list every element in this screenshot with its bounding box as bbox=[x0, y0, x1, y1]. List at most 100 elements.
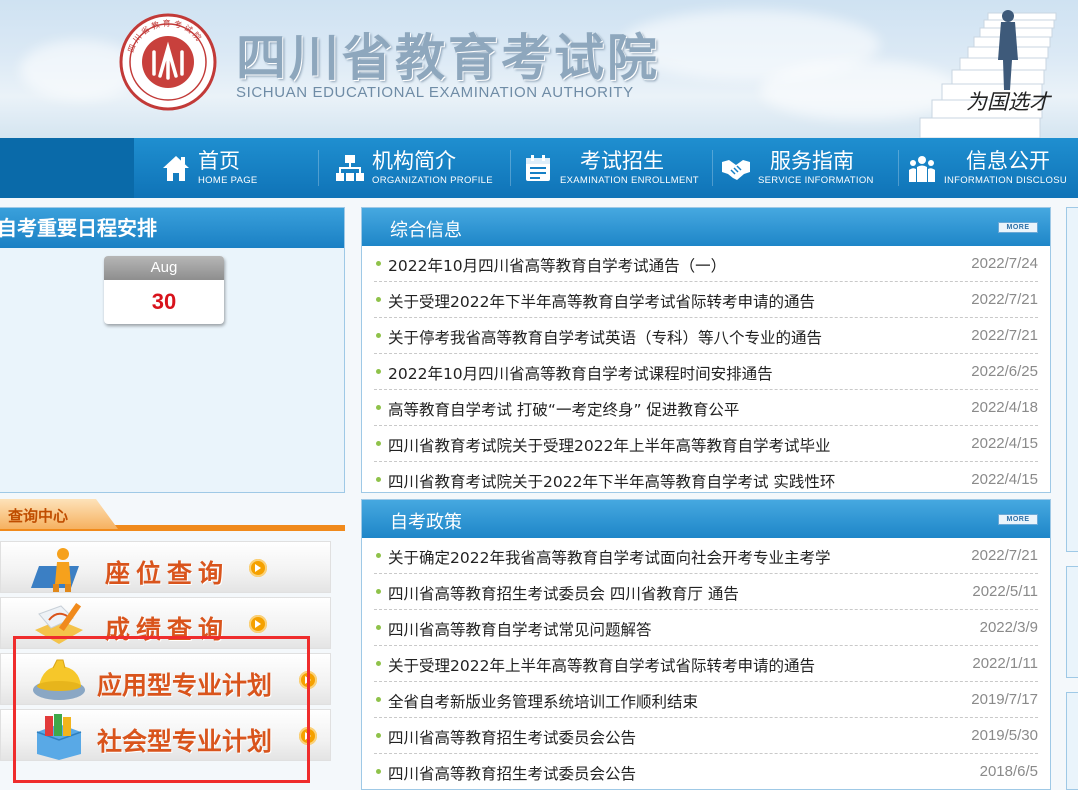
bullet-icon bbox=[376, 553, 381, 558]
nav-home-label: 首页 bbox=[198, 148, 240, 173]
exam-schedule-panel: 自考重要日程安排 Aug 30 bbox=[0, 207, 345, 493]
nav-home-sub: HOME PAGE bbox=[198, 174, 258, 186]
news-item[interactable]: 高等教育自学考试 打破“一考定终身” 促进教育公平 2022/4/18 bbox=[374, 390, 1038, 426]
nav-divider bbox=[318, 150, 319, 186]
news-item-date: 2022/4/15 bbox=[971, 471, 1038, 488]
news-item-date: 2022/7/21 bbox=[971, 291, 1038, 308]
news-item-date: 2022/6/25 bbox=[971, 363, 1038, 380]
schedule-title: 自考重要日程安排 bbox=[0, 208, 344, 248]
nav-exam-sub: EXAMINATION ENROLLMENT bbox=[560, 174, 699, 186]
bullet-icon bbox=[376, 661, 381, 666]
policy-title: 自考政策 bbox=[390, 512, 462, 533]
calendar-icon bbox=[526, 155, 550, 181]
news-item[interactable]: 关于受理2022年下半年高等教育自学考试省际转考申请的通告 2022/7/21 bbox=[374, 282, 1038, 318]
news-item[interactable]: 四川省高等教育招生考试委员会公告 2019/5/30 bbox=[374, 718, 1038, 754]
nav-divider bbox=[898, 150, 899, 186]
bullet-icon bbox=[376, 769, 381, 774]
news-item[interactable]: 2022年10月四川省高等教育自学考试通告（一） 2022/7/24 bbox=[374, 246, 1038, 282]
news-item-date: 2022/7/21 bbox=[971, 327, 1038, 344]
news-item-title: 2022年10月四川省高等教育自学考试课程时间安排通告 bbox=[388, 365, 773, 383]
news-item-date: 2022/7/24 bbox=[971, 255, 1038, 272]
news-item[interactable]: 四川省高等教育招生考试委员会公告 2018/6/5 bbox=[374, 754, 1038, 790]
handshake-icon bbox=[722, 160, 750, 180]
query-center-header: 查询中心 bbox=[0, 499, 345, 531]
seat-query-button[interactable]: 座位查询 bbox=[0, 541, 331, 593]
bullet-icon bbox=[376, 297, 381, 302]
schedule-calendar[interactable]: Aug 30 bbox=[104, 256, 224, 324]
news-item[interactable]: 四川省高等教育自学考试常见问题解答 2022/3/9 bbox=[374, 610, 1038, 646]
bullet-icon bbox=[376, 625, 381, 630]
people-icon bbox=[909, 156, 935, 182]
news-item-title: 关于停考我省高等教育自学考试英语（专科）等八个专业的通告 bbox=[388, 329, 823, 347]
news-item-date: 2022/3/9 bbox=[979, 619, 1038, 636]
nav-divider bbox=[712, 150, 713, 186]
news-item[interactable]: 全省自考新版业务管理系统培训工作顺利结束 2019/7/17 bbox=[374, 682, 1038, 718]
social-major-plan-label: 社会型专业计划 bbox=[97, 727, 273, 756]
nav-service-sub: SERVICE INFORMATION bbox=[758, 174, 874, 186]
news-item-date: 2019/5/30 bbox=[971, 727, 1038, 744]
general-info-title: 综合信息 bbox=[390, 220, 462, 241]
bullet-icon bbox=[376, 477, 381, 482]
authority-seal-icon: 四 川 省 教 育 考 试 院 bbox=[119, 13, 217, 111]
news-item[interactable]: 四川省高等教育招生考试委员会 四川省教育厅 通告 2022/5/11 bbox=[374, 574, 1038, 610]
news-item-date: 2019/7/17 bbox=[971, 691, 1038, 708]
site-title: 四川省教育考试院 bbox=[236, 29, 660, 87]
nav-disclosure-label: 信息公开 bbox=[966, 148, 1050, 173]
general-news-list: 2022年10月四川省高等教育自学考试通告（一） 2022/7/24 关于受理20… bbox=[362, 246, 1050, 498]
nav-divider bbox=[510, 150, 511, 186]
news-item[interactable]: 关于受理2022年上半年高等教育自学考试省际转考申请的通告 2022/1/11 bbox=[374, 646, 1038, 682]
bullet-icon bbox=[376, 405, 381, 410]
news-item-title: 全省自考新版业务管理系统培训工作顺利结束 bbox=[388, 693, 699, 711]
more-link-general[interactable]: MORE bbox=[998, 222, 1038, 233]
applied-major-plan-button[interactable]: 应用型专业计划 bbox=[0, 653, 331, 705]
nav-item-exam-enrollment[interactable]: 考试招生 EXAMINATION ENROLLMENT bbox=[522, 138, 699, 198]
pencil-paper-icon bbox=[35, 602, 83, 644]
news-item-date: 2022/5/11 bbox=[972, 583, 1038, 600]
news-item-title: 四川省高等教育自学考试常见问题解答 bbox=[388, 621, 652, 639]
news-item-title: 四川省高等教育招生考试委员会公告 bbox=[388, 729, 637, 747]
news-item[interactable]: 关于确定2022年我省高等教育自学考试面向社会开考专业主考学 2022/7/21 bbox=[374, 538, 1038, 574]
news-item[interactable]: 四川省教育考试院关于2022年下半年高等教育自学考试 实践性环 2022/4/15 bbox=[374, 462, 1038, 498]
seat-person-icon bbox=[30, 548, 79, 592]
nav-item-service-guide[interactable]: 服务指南 SERVICE INFORMATION bbox=[720, 138, 874, 198]
news-item[interactable]: 关于停考我省高等教育自学考试英语（专科）等八个专业的通告 2022/7/21 bbox=[374, 318, 1038, 354]
news-item-date: 2022/7/21 bbox=[971, 547, 1038, 564]
more-link-policy[interactable]: MORE bbox=[998, 514, 1038, 525]
news-item-title: 关于受理2022年下半年高等教育自学考试省际转考申请的通告 bbox=[388, 293, 815, 311]
news-item[interactable]: 四川省教育考试院关于受理2022年上半年高等教育自学考试毕业 2022/4/15 bbox=[374, 426, 1038, 462]
query-center-title: 查询中心 bbox=[8, 507, 69, 525]
arrow-right-icon bbox=[299, 727, 317, 745]
bullet-icon bbox=[376, 733, 381, 738]
general-info-header: 综合信息 MORE bbox=[362, 208, 1050, 246]
news-item-title: 关于确定2022年我省高等教育自学考试面向社会开考专业主考学 bbox=[388, 549, 831, 567]
nav-item-information-disclosure[interactable]: 信息公开 INFORMATION DISCLOSU bbox=[906, 138, 1067, 198]
news-item-title: 四川省高等教育招生考试委员会 四川省教育厅 通告 bbox=[388, 585, 739, 603]
nav-organization-label: 机构简介 bbox=[372, 148, 456, 173]
policy-news-list: 关于确定2022年我省高等教育自学考试面向社会开考专业主考学 2022/7/21 … bbox=[362, 538, 1050, 790]
bullet-icon bbox=[376, 333, 381, 338]
right-panel-partial bbox=[1066, 566, 1078, 678]
right-panel-partial bbox=[1066, 207, 1078, 552]
news-item-date: 2018/6/5 bbox=[979, 763, 1038, 780]
social-major-plan-button[interactable]: 社会型专业计划 bbox=[0, 709, 331, 761]
home-icon bbox=[163, 156, 189, 181]
bullet-icon bbox=[376, 369, 381, 374]
news-item-title: 四川省教育考试院关于2022年下半年高等教育自学考试 实践性环 bbox=[388, 473, 836, 491]
nav-left-block bbox=[0, 138, 134, 198]
nav-item-organization[interactable]: 机构简介 ORGANIZATION PROFILE bbox=[334, 138, 493, 198]
nav-item-home[interactable]: 首页 HOME PAGE bbox=[160, 138, 258, 198]
calendar-day: 30 bbox=[151, 289, 177, 314]
arrow-right-icon bbox=[249, 615, 267, 633]
bullet-icon bbox=[376, 589, 381, 594]
general-info-panel: 综合信息 MORE 2022年10月四川省高等教育自学考试通告（一） 2022/7… bbox=[361, 207, 1051, 493]
books-box-icon bbox=[36, 714, 82, 760]
org-chart-icon bbox=[336, 155, 364, 181]
news-item-title: 关于受理2022年上半年高等教育自学考试省际转考申请的通告 bbox=[388, 657, 815, 675]
site-subtitle: SICHUAN EDUCATIONAL EXAMINATION AUTHORIT… bbox=[236, 84, 634, 101]
score-query-button[interactable]: 成绩查询 bbox=[0, 597, 331, 649]
news-item[interactable]: 2022年10月四川省高等教育自学考试课程时间安排通告 2022/6/25 bbox=[374, 354, 1038, 390]
main-navigation: 首页 HOME PAGE 机构简介 ORGANIZATION PROFILE 考… bbox=[0, 138, 1078, 198]
applied-major-plan-label: 应用型专业计划 bbox=[97, 671, 273, 700]
self-exam-policy-panel: 自考政策 MORE 关于确定2022年我省高等教育自学考试面向社会开考专业主考学… bbox=[361, 499, 1051, 790]
policy-header: 自考政策 MORE bbox=[362, 500, 1050, 538]
